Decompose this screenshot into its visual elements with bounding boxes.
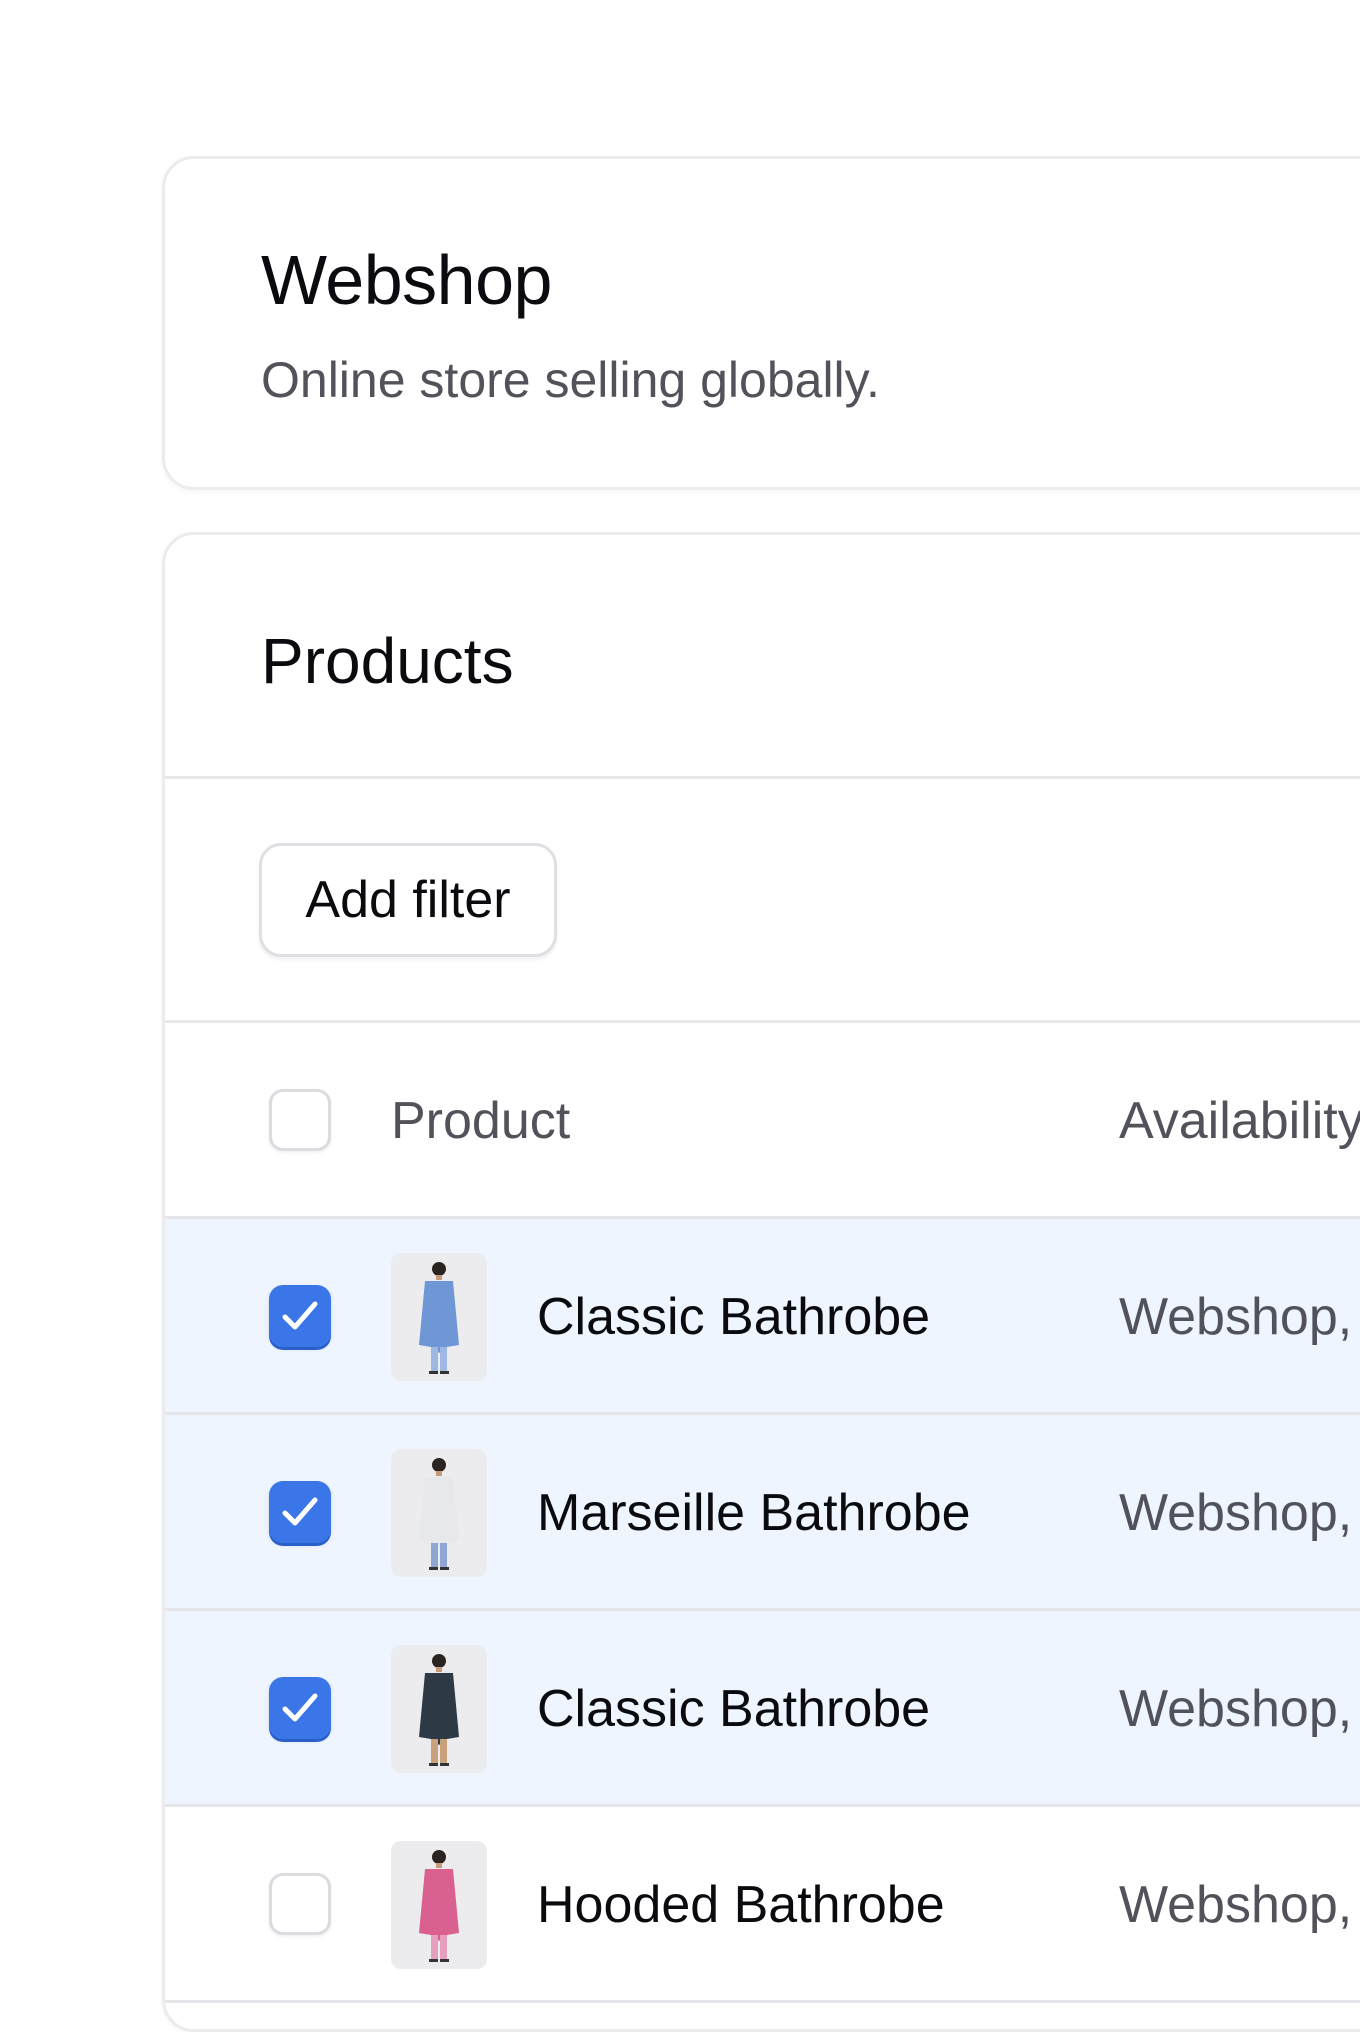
filter-bar: Add filter (165, 779, 1360, 1023)
table-header-row: Product Availability (165, 1023, 1360, 1219)
store-title: Webshop (261, 241, 552, 319)
product-name[interactable]: Hooded Bathrobe (537, 1879, 945, 1931)
product-availability: Webshop, (1119, 1288, 1353, 1346)
product-image (419, 1262, 459, 1374)
table-row[interactable]: Marseille Bathrobe Webshop, (165, 1415, 1360, 1611)
checkmark-icon (282, 1693, 318, 1722)
product-name[interactable]: Marseille Bathrobe (537, 1487, 971, 1539)
table-row[interactable]: Classic Bathrobe Webshop, (165, 1611, 1360, 1807)
product-thumbnail (391, 1449, 487, 1577)
product-thumbnail (391, 1645, 487, 1773)
product-availability: Webshop, (1119, 1680, 1353, 1738)
row-checkbox[interactable] (269, 1677, 331, 1739)
product-image (419, 1850, 459, 1962)
products-header: Products (165, 535, 1360, 779)
table-body: Classic Bathrobe Webshop, Marseille Bath… (165, 1219, 1360, 2003)
product-availability: Webshop, (1119, 1876, 1353, 1934)
table-row[interactable]: Classic Bathrobe Webshop, (165, 1219, 1360, 1415)
product-availability: Webshop, (1119, 1484, 1353, 1542)
products-card: Products Add filter Product Availability… (162, 532, 1360, 2032)
row-checkbox[interactable] (269, 1481, 331, 1543)
column-header-product[interactable]: Product (391, 1095, 570, 1147)
add-filter-button[interactable]: Add filter (259, 843, 557, 957)
row-checkbox[interactable] (269, 1285, 331, 1347)
product-image (419, 1458, 459, 1570)
products-title: Products (261, 625, 514, 697)
product-thumbnail (391, 1841, 487, 1969)
products-table: Product Availability Classic Bathrobe We… (165, 1023, 1360, 2003)
checkmark-icon (282, 1497, 318, 1526)
select-all-checkbox[interactable] (269, 1089, 331, 1151)
column-header-availability[interactable]: Availability (1119, 1095, 1360, 1147)
row-checkbox[interactable] (269, 1873, 331, 1935)
product-name[interactable]: Classic Bathrobe (537, 1291, 930, 1343)
product-image (419, 1654, 459, 1766)
table-row[interactable]: Hooded Bathrobe Webshop, (165, 1807, 1360, 2003)
product-name[interactable]: Classic Bathrobe (537, 1683, 930, 1735)
store-description: Online store selling globally. (261, 352, 880, 408)
checkmark-icon (282, 1301, 318, 1330)
store-card: Webshop Online store selling globally. (162, 156, 1360, 490)
product-thumbnail (391, 1253, 487, 1381)
